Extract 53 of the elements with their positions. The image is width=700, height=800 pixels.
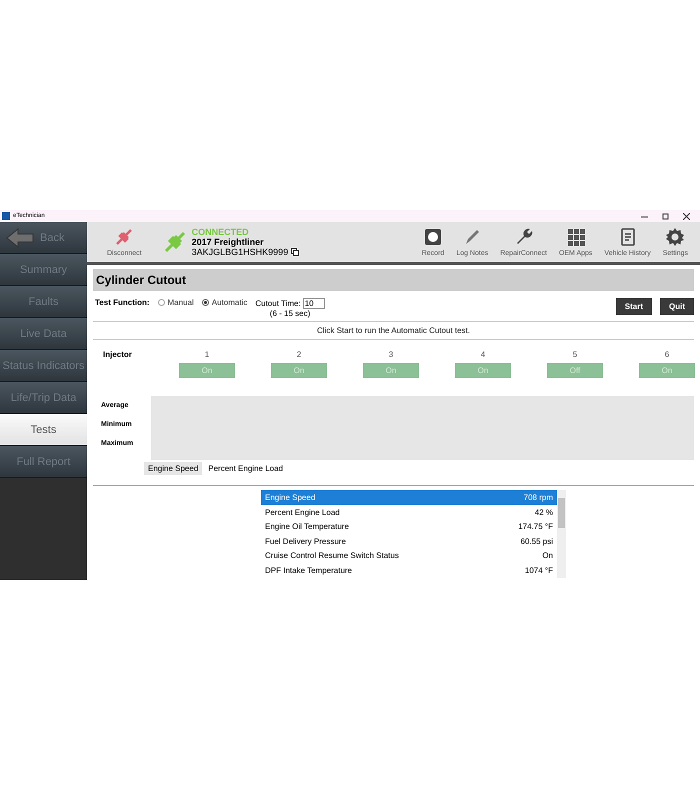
sidebar-item[interactable]: Tests (0, 414, 87, 446)
maximize-icon[interactable] (662, 212, 669, 220)
parameter-value: 60.55 psi (520, 536, 553, 546)
settings-icon (665, 227, 686, 247)
action-button[interactable]: Quit (660, 298, 694, 315)
injector-number: 1 (204, 350, 210, 359)
copy-icon[interactable] (291, 248, 300, 256)
field-label: Test Function: (95, 298, 150, 307)
app-icon (2, 212, 10, 220)
connection-status: CONNECTED (192, 227, 250, 237)
parameter-name: Engine Speed (265, 493, 316, 502)
injector-number: 5 (572, 350, 578, 359)
injector-number: 6 (664, 350, 670, 359)
parameter-row[interactable]: Engine Speed 708 rpm (261, 490, 557, 505)
parameter-name: Fuel Delivery Pressure (265, 536, 346, 546)
injector-number: 2 (296, 350, 302, 359)
radio-icon[interactable] (202, 299, 209, 306)
parameter-row[interactable]: DPF Intake Temperature 1074 °F (261, 562, 557, 578)
radio-option[interactable]: Automatic (202, 298, 248, 307)
radio-option[interactable]: Manual (158, 298, 194, 307)
field-label: Cutout Time: (255, 299, 301, 308)
parameter-value: 1074 °F (524, 566, 553, 575)
plug-icon (114, 227, 134, 247)
parameter-value: On (542, 551, 553, 560)
close-icon[interactable] (683, 212, 690, 220)
panel-title: Cylinder Cutout (93, 269, 694, 291)
parameter-row[interactable]: Percent Engine Load 42 % (261, 504, 557, 520)
parameter-value: 708 rpm (524, 493, 553, 502)
vehicle-name: 2017 Freightliner (192, 237, 265, 247)
injector-label: Injector (102, 350, 133, 361)
grid-icon (566, 227, 586, 247)
parameter-row[interactable]: Cruise Control Resume Switch Status On (261, 548, 557, 563)
radio-icon[interactable] (158, 299, 165, 306)
plug-icon (164, 231, 186, 253)
action-button[interactable]: Start (616, 298, 652, 315)
injector-number: 3 (388, 350, 394, 359)
parameter-value: 42 % (534, 508, 553, 516)
scrollbar[interactable] (557, 490, 566, 578)
cutout-time-field[interactable]: 10 (302, 298, 325, 309)
parameter-row[interactable]: Fuel Delivery Pressure 60.55 psi (261, 534, 557, 548)
parameter-row[interactable]: Engine Oil Temperature 174.75 °F (261, 519, 557, 534)
parameter-name: Percent Engine Load (265, 508, 340, 516)
hint-text: (6 - 15 sec) (270, 309, 310, 318)
status-message: Click Start to run the Automatic Cutout test. (93, 322, 694, 340)
parameter-value: 174.75 °F (518, 522, 553, 531)
parameter-name: DPF Intake Temperature (265, 566, 352, 575)
record-icon (423, 227, 444, 247)
injector-number: 4 (480, 350, 486, 359)
arrow-left-icon (6, 228, 34, 248)
vin-text: 3AKJGLBG1HSHK9999 (192, 247, 288, 257)
chart-tab[interactable]: Engine Speed (144, 462, 202, 475)
parameter-name: Cruise Control Resume Switch Status (265, 551, 399, 560)
parameter-name: Engine Oil Temperature (265, 522, 349, 531)
